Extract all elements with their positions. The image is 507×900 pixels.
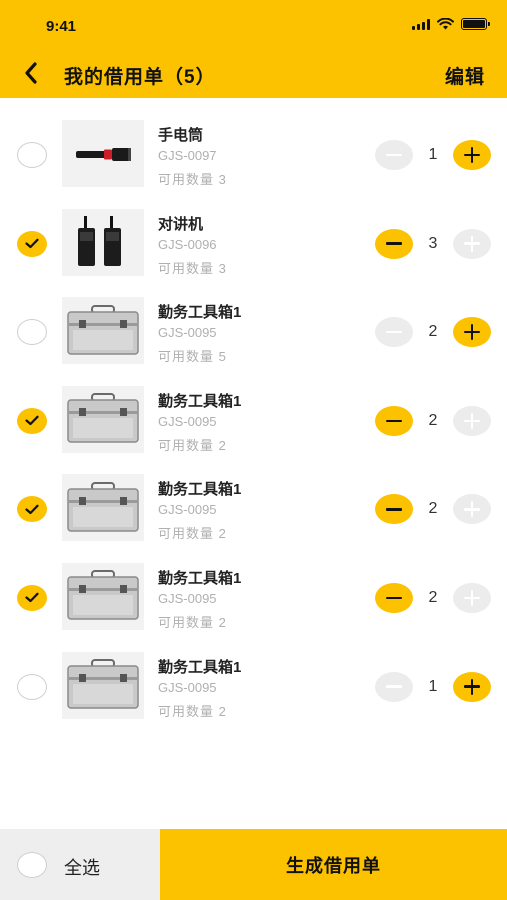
decrease-quantity-button[interactable] bbox=[375, 405, 413, 436]
list-item[interactable]: 勤务工具箱1 GJS-0095 可用数量 2 2 bbox=[0, 553, 507, 642]
decrease-quantity-button[interactable] bbox=[375, 582, 413, 613]
select-all-checkbox[interactable] bbox=[17, 852, 47, 878]
select-all-label: 全选 bbox=[64, 858, 100, 878]
item-name: 勤务工具箱1 bbox=[158, 304, 242, 322]
item-name: 对讲机 bbox=[158, 215, 204, 233]
item-code: GJS-0096 bbox=[158, 236, 217, 252]
page-title: 我的借用单（5） bbox=[64, 67, 216, 88]
checkmark-icon bbox=[25, 593, 39, 603]
item-image bbox=[62, 651, 144, 719]
checkmark-icon bbox=[25, 238, 39, 249]
item-code: GJS-0095 bbox=[158, 590, 217, 606]
item-name: 勤务工具箱1 bbox=[158, 658, 242, 676]
chevron-left-icon bbox=[25, 62, 37, 84]
item-code: GJS-0095 bbox=[158, 679, 217, 695]
item-available-quantity: 可用数量 3 bbox=[158, 260, 227, 276]
item-available-quantity: 可用数量 2 bbox=[158, 703, 227, 719]
minus-icon bbox=[386, 153, 402, 157]
list-item[interactable]: 手电筒 GJS-0097 可用数量 3 1 bbox=[0, 110, 507, 199]
increase-quantity-button[interactable] bbox=[453, 494, 491, 525]
minus-icon bbox=[386, 596, 402, 600]
increase-quantity-button[interactable] bbox=[453, 671, 491, 702]
increase-quantity-button[interactable] bbox=[453, 582, 491, 613]
decrease-quantity-button[interactable] bbox=[375, 140, 413, 170]
item-quantity: 2 bbox=[428, 323, 438, 341]
increase-quantity-button[interactable] bbox=[453, 140, 491, 170]
increase-quantity-button[interactable] bbox=[453, 228, 491, 259]
minus-icon bbox=[386, 242, 402, 245]
decrease-quantity-button[interactable] bbox=[375, 494, 413, 525]
item-quantity: 2 bbox=[428, 588, 438, 606]
edit-button[interactable]: 编辑 bbox=[445, 62, 485, 89]
item-image bbox=[62, 562, 144, 630]
cellular-signal-icon bbox=[412, 18, 430, 30]
item-checkbox[interactable] bbox=[17, 319, 47, 346]
item-available-quantity: 可用数量 3 bbox=[158, 172, 227, 187]
battery-icon bbox=[461, 18, 490, 30]
item-available-quantity: 可用数量 2 bbox=[158, 614, 227, 630]
generate-borrow-form-button[interactable]: 生成借用单 bbox=[160, 829, 507, 900]
item-code: GJS-0095 bbox=[158, 502, 217, 518]
decrease-quantity-button[interactable] bbox=[375, 317, 413, 348]
checkmark-icon bbox=[25, 415, 39, 426]
item-code: GJS-0095 bbox=[158, 413, 217, 429]
item-available-quantity: 可用数量 5 bbox=[158, 349, 227, 365]
list-item[interactable]: 勤务工具箱1 GJS-0095 可用数量 2 2 bbox=[0, 464, 507, 553]
increase-quantity-button[interactable] bbox=[453, 317, 491, 348]
decrease-quantity-button[interactable] bbox=[375, 228, 413, 259]
item-checkbox[interactable] bbox=[17, 496, 47, 523]
bottom-bar: 全选 生成借用单 bbox=[0, 829, 507, 900]
item-checkbox[interactable] bbox=[17, 673, 47, 700]
item-code: GJS-0095 bbox=[158, 325, 217, 341]
app-header: 9:41 我的借用单（5） 编辑 bbox=[0, 0, 507, 98]
list-item[interactable]: 对讲机 GJS-0096 可用数量 3 3 bbox=[0, 199, 507, 288]
item-available-quantity: 可用数量 2 bbox=[158, 437, 227, 453]
minus-icon bbox=[386, 330, 402, 334]
item-image bbox=[62, 120, 144, 187]
item-available-quantity: 可用数量 2 bbox=[158, 526, 227, 542]
minus-icon bbox=[386, 508, 402, 511]
list-item[interactable]: 勤务工具箱1 GJS-0095 可用数量 2 1 bbox=[0, 642, 507, 731]
item-quantity: 2 bbox=[428, 411, 438, 429]
select-all-button[interactable]: 全选 bbox=[0, 829, 160, 900]
item-code: GJS-0097 bbox=[158, 148, 217, 163]
item-name: 勤务工具箱1 bbox=[158, 569, 242, 587]
status-icons bbox=[412, 18, 490, 30]
decrease-quantity-button[interactable] bbox=[375, 671, 413, 702]
item-quantity: 1 bbox=[428, 146, 438, 163]
list-item[interactable]: 勤务工具箱1 GJS-0095 可用数量 5 2 bbox=[0, 287, 507, 376]
item-checkbox[interactable] bbox=[17, 142, 47, 168]
status-time: 9:41 bbox=[46, 18, 77, 35]
item-quantity: 1 bbox=[428, 677, 438, 695]
item-image bbox=[62, 208, 144, 276]
checkmark-icon bbox=[25, 504, 39, 514]
item-checkbox[interactable] bbox=[17, 407, 47, 434]
item-name: 勤务工具箱1 bbox=[158, 392, 242, 410]
item-checkbox[interactable] bbox=[17, 584, 47, 611]
item-image bbox=[62, 385, 144, 453]
increase-quantity-button[interactable] bbox=[453, 405, 491, 436]
item-image bbox=[62, 474, 144, 542]
minus-icon bbox=[386, 685, 402, 688]
wifi-icon bbox=[437, 18, 454, 30]
item-quantity: 3 bbox=[428, 234, 438, 252]
list-item[interactable]: 勤务工具箱1 GJS-0095 可用数量 2 2 bbox=[0, 376, 507, 465]
borrow-item-list: 手电筒 GJS-0097 可用数量 3 1 对讲机 GJS-0096 可用数量 3 3 勤务工具… bbox=[0, 110, 507, 730]
item-name: 勤务工具箱1 bbox=[158, 481, 242, 499]
minus-icon bbox=[386, 419, 402, 422]
item-image bbox=[62, 297, 144, 365]
item-checkbox[interactable] bbox=[17, 230, 47, 257]
item-name: 手电筒 bbox=[158, 127, 204, 144]
back-button[interactable] bbox=[18, 60, 44, 86]
item-quantity: 2 bbox=[428, 500, 438, 518]
